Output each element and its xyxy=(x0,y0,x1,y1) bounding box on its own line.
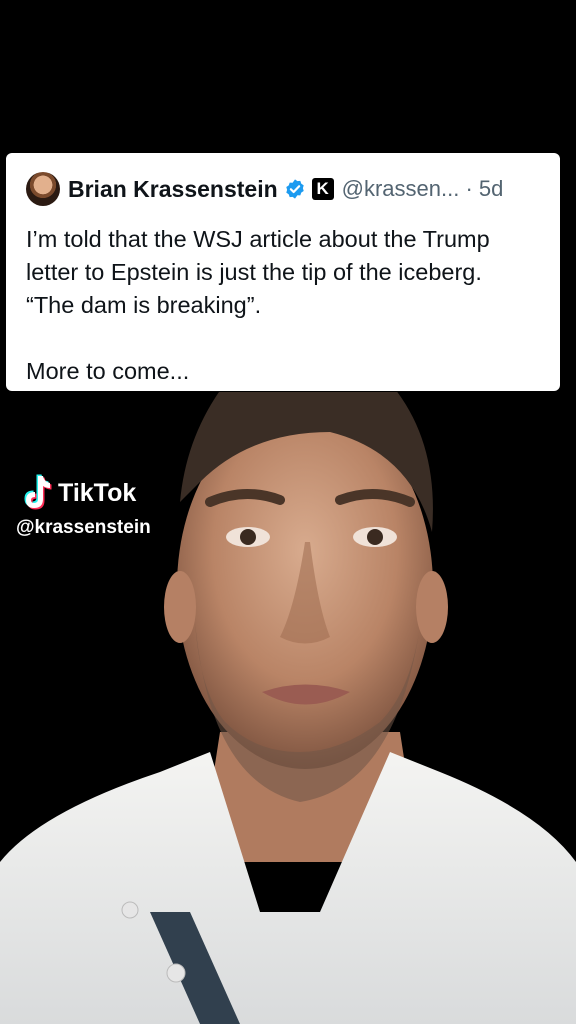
tiktok-note-icon xyxy=(24,474,52,510)
tweet-more-line: More to come... xyxy=(26,358,190,384)
affiliation-badge-icon: K xyxy=(311,178,334,200)
tweet-line: letter to Epstein is just the tip of the… xyxy=(26,259,482,285)
tweet-text: I’m told that the WSJ article about the … xyxy=(26,223,546,388)
avatar[interactable] xyxy=(26,172,60,206)
verified-badge-icon xyxy=(285,179,304,199)
tiktok-brand-name: TikTok xyxy=(58,478,137,507)
tiktok-watermark: TikTok xyxy=(18,474,136,512)
handle-text: @krassen... xyxy=(341,176,460,201)
tweet-header: Brian Krassenstein K @krassen... · 5d xyxy=(26,171,560,207)
author-handle[interactable]: @krassen... · 5d xyxy=(342,176,504,202)
tweet-line: “The dam is breaking”. xyxy=(26,292,262,318)
author-name[interactable]: Brian Krassenstein xyxy=(68,176,278,203)
tweet-card[interactable]: Brian Krassenstein K @krassen... · 5d I’… xyxy=(6,153,560,391)
tweet-age: 5d xyxy=(478,176,504,201)
tweet-line: I’m told that the WSJ article about the … xyxy=(26,226,490,252)
tiktok-handle: @krassenstein xyxy=(16,517,151,538)
separator: · xyxy=(465,176,473,201)
